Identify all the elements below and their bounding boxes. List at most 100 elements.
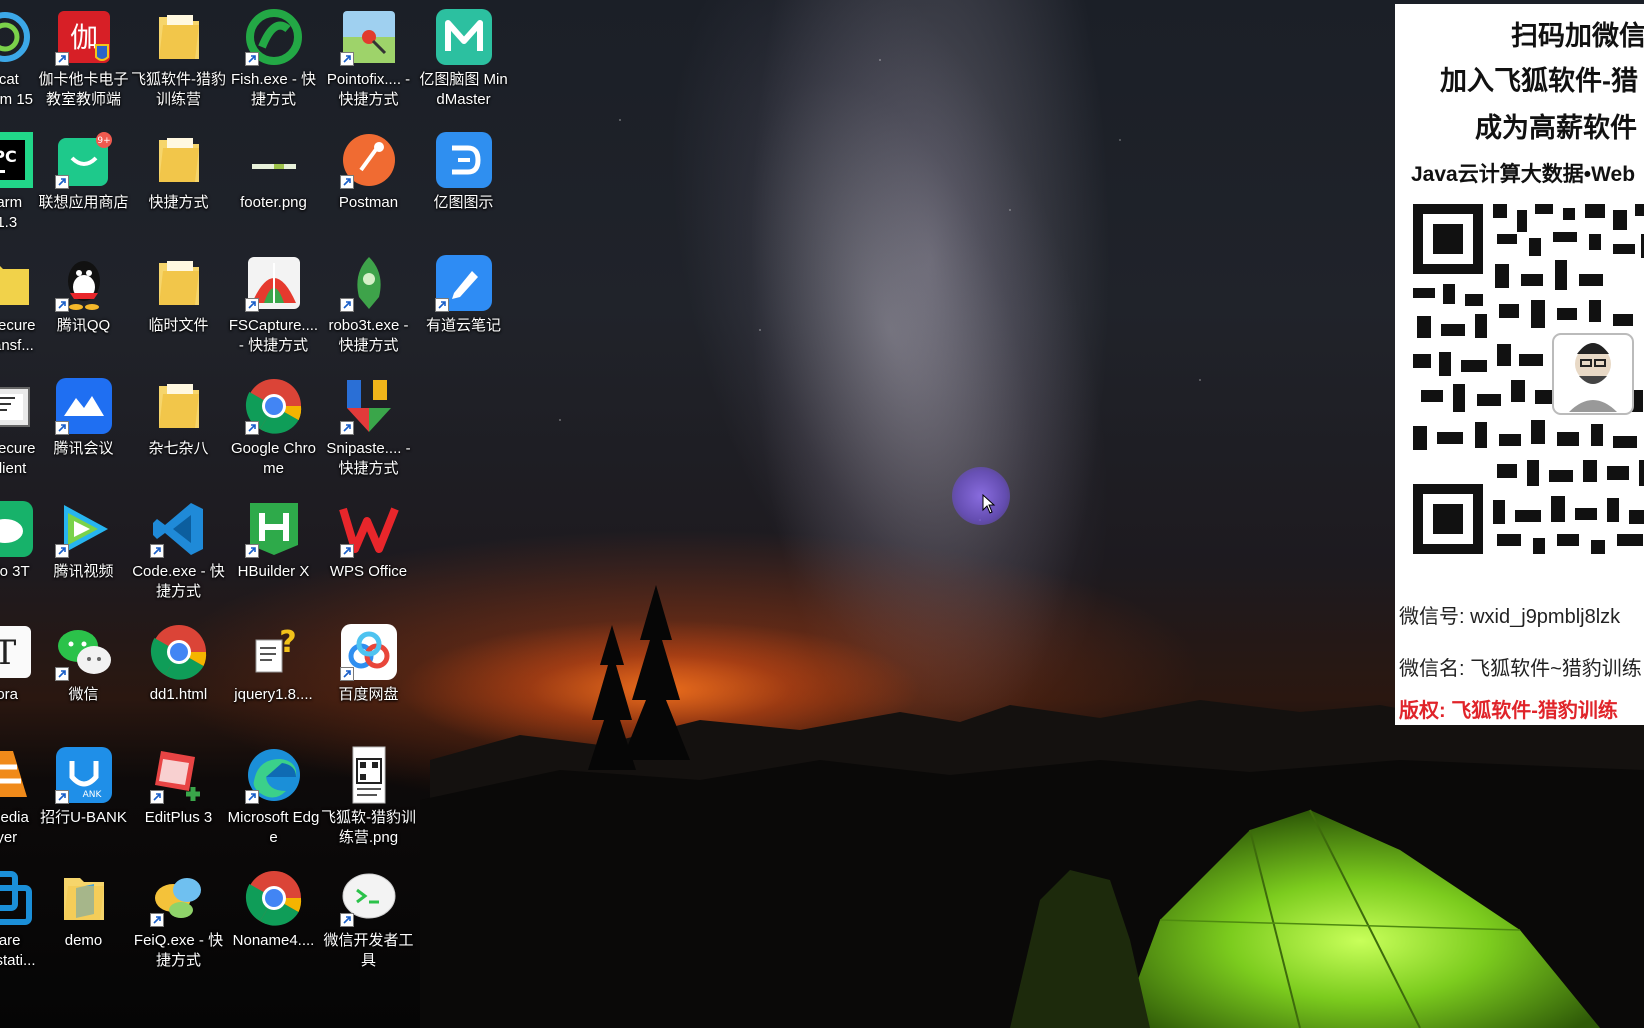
- chrome-icon: [243, 867, 305, 929]
- edge-icon: [243, 744, 305, 806]
- desktop-icon-wechat[interactable]: 微信: [36, 615, 131, 738]
- promo-subtitle: Java云计算大数据•Web: [1411, 163, 1636, 186]
- desktop-icon-vscode[interactable]: Code.exe - 快捷方式: [131, 492, 226, 615]
- robo3t-icon: [338, 252, 400, 314]
- icon-label: Secure Client: [0, 440, 36, 477]
- desktop-icon-hbuilder[interactable]: HBuilder X: [226, 492, 321, 615]
- desktop-icon-mindmaster[interactable]: 亿图脑图 MindMaster: [416, 0, 511, 123]
- icon-label: demo: [64, 932, 103, 949]
- desktop-icon-securefx[interactable]: Secure ransf...: [0, 246, 36, 369]
- icon-label: 快捷方式: [148, 194, 209, 211]
- wps-icon: [338, 498, 400, 560]
- desktop-icon-navicat[interactable]: vicat ium 15: [0, 0, 36, 123]
- icon-label: dd1.html: [149, 686, 208, 703]
- desktop-icon-tencent-video[interactable]: 腾讯视频: [36, 492, 131, 615]
- folder-icon: [148, 375, 210, 437]
- icon-label: 有道云笔记: [425, 317, 501, 334]
- lenovo-store-icon: 9+: [53, 129, 115, 191]
- desktop-icon-typora[interactable]: T oora: [0, 615, 36, 738]
- icon-label: footer.png: [240, 194, 307, 211]
- chrome-icon: [243, 375, 305, 437]
- desktop-icon-studio3t[interactable]: dio 3T: [0, 492, 36, 615]
- desktop-icon-jquery[interactable]: ? jquery1.8....: [226, 615, 321, 738]
- icon-label: 杂七杂八: [148, 440, 209, 457]
- postman-icon: [338, 129, 400, 191]
- shortcut-arrow-icon: [339, 298, 354, 312]
- svg-text:T: T: [0, 633, 17, 673]
- vscode-icon: [148, 498, 210, 560]
- shortcut-arrow-icon: [339, 544, 354, 558]
- desktop-icon-lenovo-store[interactable]: 9+ 联想应用商店: [36, 123, 131, 246]
- desktop-icon-vmware[interactable]: ware kstati...: [0, 861, 36, 984]
- shortcut-arrow-icon: [54, 175, 69, 189]
- desktop-icon-youdao-note[interactable]: 有道云笔记: [416, 246, 511, 369]
- desktop-icon-securecrt[interactable]: Secure Client: [0, 369, 36, 492]
- desktop-icon-fish[interactable]: Fish.exe - 快捷方式: [226, 0, 321, 123]
- desktop-icon-pycharm[interactable]: PC harm 21.3: [0, 123, 36, 246]
- navicat-icon: [0, 6, 36, 68]
- desktop-icon-baidu-netdisk[interactable]: 百度网盘: [321, 615, 416, 738]
- desktop-icon-edge[interactable]: Microsoft Edge: [226, 738, 321, 861]
- icon-label: Secure ransf...: [0, 317, 36, 354]
- promo-title-line: 扫码加微信: [1511, 21, 1644, 51]
- jiyu-classroom-icon: 伽: [53, 6, 115, 68]
- wechat-qr-code: [1413, 204, 1644, 554]
- desktop-icon-postman[interactable]: Postman: [321, 123, 416, 246]
- desktop-icon-pointofix[interactable]: Pointofix.... - 快捷方式: [321, 0, 416, 123]
- shortcut-arrow-icon: [54, 298, 69, 312]
- hbuilder-icon: [243, 498, 305, 560]
- shortcut-arrow-icon: [244, 52, 259, 66]
- desktop-icon-vlc[interactable]: media ayer: [0, 738, 36, 861]
- desktop-icon-robo3t[interactable]: robo3t.exe - 快捷方式: [321, 246, 416, 369]
- desktop-icon-footer-png[interactable]: footer.png: [226, 123, 321, 246]
- desktop-icon-noname4[interactable]: Noname4....: [226, 861, 321, 984]
- icon-label: 腾讯会议: [53, 440, 114, 457]
- desktop-icon-folder-temp[interactable]: 临时文件: [131, 246, 226, 369]
- desktop-empty-slot: [416, 369, 511, 492]
- icon-label: EditPlus 3: [144, 809, 213, 826]
- tencent-video-icon: [53, 498, 115, 560]
- desktop-icon-wechat-devtools[interactable]: 微信开发者工具: [321, 861, 416, 984]
- desktop-icon-jiyu[interactable]: 伽 伽卡他卡电子教室教师端: [36, 0, 131, 123]
- desktop-icon-cmb-ubank[interactable]: ANK 招行U-BANK: [36, 738, 131, 861]
- folder-icon: [148, 129, 210, 191]
- svg-text:9+: 9+: [97, 136, 110, 146]
- shortcut-arrow-icon: [244, 544, 259, 558]
- shortcut-arrow-icon: [339, 175, 354, 189]
- desktop-icon-snipaste[interactable]: Snipaste.... - 快捷方式: [321, 369, 416, 492]
- shortcut-arrow-icon: [54, 544, 69, 558]
- desktop-icon-feiq[interactable]: FeiQ.exe - 快捷方式: [131, 861, 226, 984]
- tencent-meeting-icon: [53, 375, 115, 437]
- desktop-icon-edraw[interactable]: 亿图图示: [416, 123, 511, 246]
- shortcut-arrow-icon: [54, 667, 69, 681]
- shortcut-arrow-icon: [54, 421, 69, 435]
- shortcut-arrow-icon: [339, 913, 354, 927]
- editplus-icon: [148, 744, 210, 806]
- promo-title-line: 加入飞狐软件-猎: [1440, 66, 1638, 96]
- icon-label: Code.exe - 快捷方式: [132, 563, 225, 600]
- wechat-name-text: 微信名: 飞狐软件~猎豹训练: [1399, 658, 1642, 680]
- desktop-icon-folder-feihu[interactable]: 飞狐软件-猎豹训练营: [131, 0, 226, 123]
- desktop-icon-tencent-meeting[interactable]: 腾讯会议: [36, 369, 131, 492]
- desktop-icon-editplus[interactable]: EditPlus 3: [131, 738, 226, 861]
- desktop-icon-demo[interactable]: demo: [36, 861, 131, 984]
- desktop-icon-folder-shortcut[interactable]: 快捷方式: [131, 123, 226, 246]
- shortcut-arrow-icon: [339, 52, 354, 66]
- desktop-icon-fscapture[interactable]: FSCapture.... - 快捷方式: [226, 246, 321, 369]
- icon-label: robo3t.exe - 快捷方式: [328, 317, 409, 354]
- desktop-icon-chrome[interactable]: Google Chrome: [226, 369, 321, 492]
- fscapture-icon: [243, 252, 305, 314]
- copyright-text: 版权: 飞狐软件-猎豹训练: [1399, 700, 1618, 722]
- script-file-icon: ?: [243, 621, 305, 683]
- desktop-icon-qr-png[interactable]: 飞狐软-猎豹训练营.png: [321, 738, 416, 861]
- desktop-icon-qq[interactable]: 腾讯QQ: [36, 246, 131, 369]
- desktop-empty-slot: [416, 492, 511, 615]
- icon-label: 飞狐软件-猎豹训练营: [131, 71, 226, 108]
- icon-label: harm 21.3: [0, 194, 23, 231]
- desktop-icon-folder-misc[interactable]: 杂七杂八: [131, 369, 226, 492]
- icon-label: 临时文件: [148, 317, 209, 334]
- shortcut-arrow-icon: [339, 421, 354, 435]
- folder-icon: [148, 6, 210, 68]
- desktop-icon-wps[interactable]: WPS Office: [321, 492, 416, 615]
- desktop-icon-dd1-html[interactable]: dd1.html: [131, 615, 226, 738]
